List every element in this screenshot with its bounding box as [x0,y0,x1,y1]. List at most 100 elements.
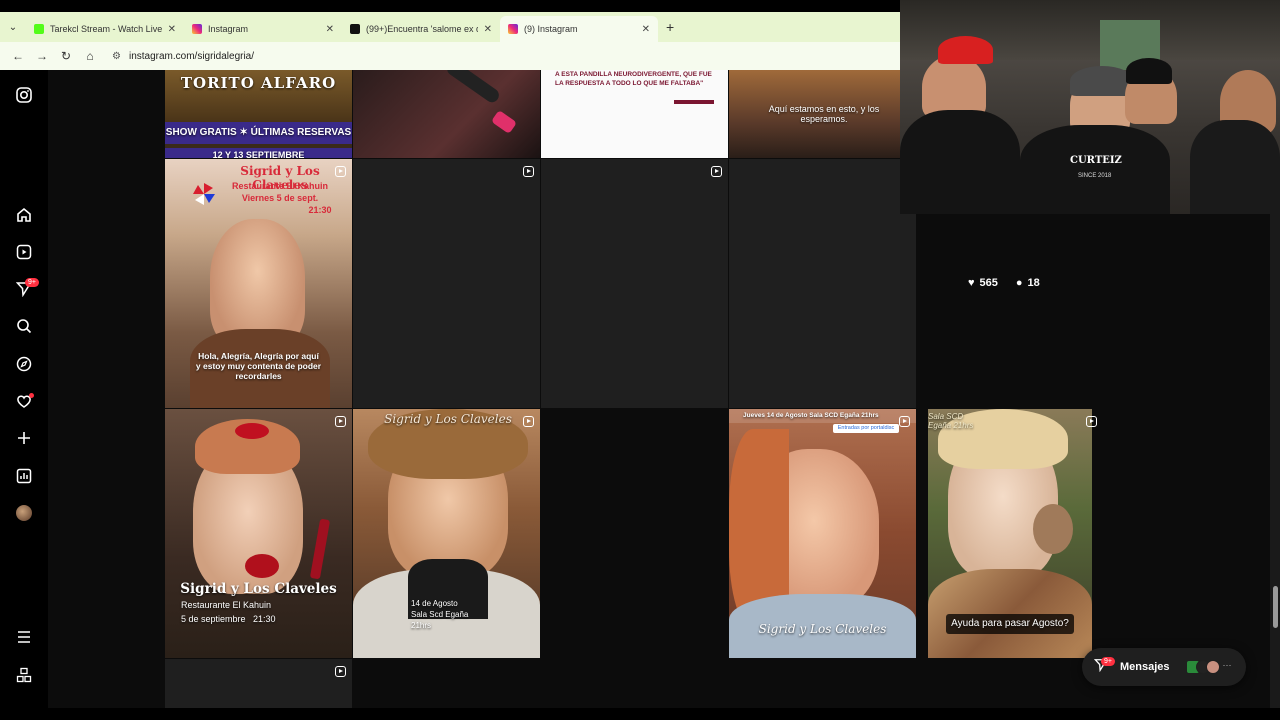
time-line: 21hrs [411,621,432,630]
shirt-sub-text: SINCE 2018 [1078,173,1112,179]
post-tile[interactable]: Aquí estamos en esto, y los esperamos. [729,70,916,158]
address-bar: ← → ↻ ⌂ ⚙ instagram.com/sigridalegria/ [0,42,900,70]
comment-icon: ● [1015,277,1023,289]
reel-icon [335,166,346,177]
caption-box: Ayuda para pasar Agosto? [946,614,1074,634]
post-tile[interactable] [541,159,728,408]
site-info-icon[interactable]: ⚙ [112,51,121,62]
reel-icon [711,166,722,177]
band-title: Sigrid y Los Claveles [758,622,887,636]
reel-icon [1086,416,1097,427]
instagram-logo-icon[interactable] [14,85,34,105]
tab-kick[interactable]: Tarekcl Stream - Watch Live on ✕ [26,16,184,42]
microphone-shape [444,70,502,105]
post-tile[interactable] [729,159,916,408]
promo-banner: SHOW GRATIS ✶ ÚLTIMAS RESERVAS [165,122,352,144]
profile-avatar[interactable] [14,503,34,523]
post-tile[interactable]: Sala SCD Egaña 21hrs Ayuda para pasar Ag… [928,409,1092,658]
post-tile[interactable]: Sigrid y Los Claveles Restaurante El Kah… [165,409,352,658]
comments-count: 18 [1027,277,1040,289]
comments-stat: ● 18 [1016,277,1040,289]
post-tile[interactable]: A ESTA PANDILLA NEURODIVERGENTE, QUE FUE… [541,70,728,158]
tab-tiktok[interactable]: (99+)Encuentra 'salome ex del ✕ [342,16,500,42]
new-tab-button[interactable]: + [666,19,674,35]
post-tile[interactable]: Jueves 14 de Agosto Sala SCD Egaña 21hrs… [729,409,916,658]
post-tile[interactable] [541,409,728,658]
tab-search-icon[interactable]: ⌄ [0,12,26,42]
venue-line: Sala Scd Egaña [411,610,469,619]
post-date-footer: 12 Y 13 SEPTIEMBRE [165,148,352,158]
menu-hamburger-icon[interactable] [14,627,34,647]
kick-favicon-icon [34,24,44,34]
close-tab-icon[interactable]: ✕ [168,24,176,35]
post-tile[interactable]: TORITO ALFARO SHOW GRATIS ✶ ÚLTIMAS RESE… [165,70,352,158]
reels-icon[interactable] [14,242,34,262]
tab-title: (99+)Encuentra 'salome ex del [366,24,478,34]
close-tab-icon[interactable]: ✕ [484,24,492,35]
post-quote-text: A ESTA PANDILLA NEURODIVERGENTE, QUE FUE… [555,71,712,87]
create-plus-icon[interactable] [14,428,34,448]
tab-instagram-active[interactable]: (9) Instagram ✕ [500,16,658,42]
post-caption: Hola, Alegría, Alegría por aquí y estoy … [195,351,322,381]
url-text: instagram.com/sigridalegria/ [128,50,255,62]
messages-badge: 9+ [25,278,39,287]
event-header: Sala SCD Egaña 21hrs [928,412,974,430]
instagram-favicon-icon [192,24,202,34]
message-avatars: ⋯ [1185,660,1232,674]
likes-count: 565 [979,277,998,289]
notification-dot [29,393,34,398]
more-avatars-icon: ⋯ [1222,660,1232,670]
window-top-strip [0,0,900,12]
tab-title: Instagram [208,24,249,34]
post-tile-hovered[interactable]: ♥ 565 ● 18 [917,214,1104,408]
home-icon[interactable] [14,205,34,225]
dashboard-icon[interactable] [14,466,34,486]
reel-icon [523,166,534,177]
messages-badge: 9+ [1101,657,1115,666]
promo-banner-text: SHOW GRATIS ✶ ÚLTIMAS RESERVAS [165,127,352,138]
post-tile[interactable] [353,70,540,158]
scrollbar-thumb[interactable] [1273,586,1278,628]
back-icon[interactable]: ← [6,49,30,63]
red-cap-shape [938,36,993,64]
home-icon[interactable]: ⌂ [78,49,102,63]
band-title: Sigrid y Los Claveles [180,581,337,597]
post-tile[interactable]: Sigrid y Los Claveles Restaurante El Kah… [165,159,352,408]
window-bottom-strip [0,708,1280,720]
messages-dock-button[interactable]: 9+ Mensajes ⋯ [1082,648,1246,686]
close-tab-icon[interactable]: ✕ [642,24,650,35]
instagram-favicon-icon [508,24,518,34]
person-torso [900,110,1020,214]
messages-label: Mensajes [1120,661,1170,673]
tab-instagram[interactable]: Instagram ✕ [184,16,342,42]
streamer-webcam: CURTEIZ SINCE 2018 [900,0,1280,214]
date-text: Viernes 5 de sept. [241,193,319,203]
forward-icon[interactable]: → [30,49,54,63]
url-field[interactable]: ⚙ instagram.com/sigridalegria/ [112,51,254,62]
reload-icon[interactable]: ↻ [54,49,78,63]
page-scrollbar[interactable] [1270,214,1280,710]
band-title: Sigrid y Los Claveles [384,412,512,426]
black-cap-shape [1126,58,1172,84]
date-line: 14 de Agosto [411,599,458,608]
post-tile[interactable] [353,159,540,408]
reel-icon [899,416,910,427]
meta-apps-icon[interactable] [14,665,34,685]
search-icon[interactable] [14,316,34,336]
shirt-logo-text: CURTEIZ [1070,155,1122,166]
post-tile[interactable] [165,659,352,710]
venue-text: Restaurante El Kahuin [231,181,329,191]
person-torso [1190,120,1280,214]
post-caption: Aquí estamos en esto, y los esperamos. [768,104,880,124]
close-tab-icon[interactable]: ✕ [326,24,334,35]
tab-title: (9) Instagram [524,24,578,34]
post-tile[interactable]: Sigrid y Los Claveles 14 de Agosto Sala … [353,409,540,658]
reel-icon [523,416,534,427]
event-header: Jueves 14 de Agosto Sala SCD Egaña 21hrs [743,412,879,419]
explore-icon[interactable] [14,354,34,374]
likes-stat: ♥ 565 [968,277,998,289]
avatar [16,505,32,521]
post-title: TORITO ALFARO [180,74,337,92]
avatar [1205,660,1220,674]
mic-accent-shape [490,109,518,135]
